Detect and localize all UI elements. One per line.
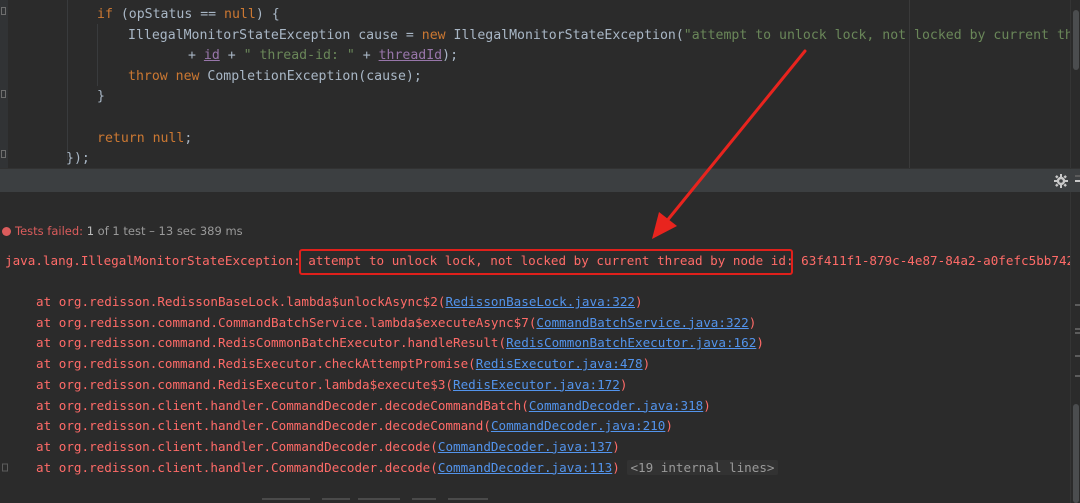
code-token: "attempt to unlock lock, not locked by c…	[683, 28, 1080, 43]
frame-suffix: )	[635, 294, 643, 309]
collapse-icon[interactable]	[2, 463, 8, 473]
indent-guide	[97, 24, 98, 86]
scroll-marker	[1075, 355, 1080, 357]
console-scroll-thumb[interactable]	[1073, 404, 1079, 503]
frame-suffix: )	[756, 335, 764, 351]
code-line[interactable]: + id + " thread-id: " + threadId);	[188, 45, 458, 66]
stack-frame[interactable]: at org.redisson.command.RedisExecutor.la…	[36, 375, 627, 395]
code-token: CompletionException(cause);	[199, 69, 422, 84]
code-token: +	[354, 48, 379, 63]
code-token: (opStatus ==	[112, 7, 225, 22]
frame-suffix: )	[703, 397, 711, 413]
frame-method: at org.redisson.client.handler.CommandDe…	[36, 418, 491, 434]
test-status-bar: Tests failed: 1 of 1 test – 13 sec 389 m…	[0, 218, 1080, 244]
code-line[interactable]: }	[97, 86, 105, 107]
frame-method: at org.redisson.client.handler.CommandDe…	[36, 438, 438, 454]
gear-icon[interactable]	[1052, 172, 1070, 190]
frame-suffix: )	[665, 418, 673, 434]
stack-frame[interactable]: at org.redisson.command.RedisCommonBatch…	[36, 333, 764, 353]
frame-method: at org.redisson.RedissonBaseLock.lambda$…	[36, 294, 446, 309]
stack-frame[interactable]: at org.redisson.command.CommandBatchServ…	[36, 313, 756, 333]
code-token: );	[442, 48, 459, 63]
frame-suffix: )	[748, 314, 757, 330]
code-token: +	[219, 48, 244, 63]
code-token: }	[97, 89, 105, 104]
code-token: IllegalMonitorStateException(	[445, 28, 684, 43]
stack-frame[interactable]: at org.redisson.client.handler.CommandDe…	[36, 437, 620, 457]
annotation-highlight-box	[299, 249, 793, 275]
toolwindow-tabs[interactable]	[0, 171, 120, 189]
fold-marker-icon[interactable]	[1, 90, 6, 98]
frame-suffix: )	[619, 376, 628, 392]
code-token: IllegalMonitorStateException cause =	[128, 28, 422, 43]
code-line[interactable]: if (opStatus == null) {	[97, 4, 280, 25]
status-failed-label: Tests failed:	[15, 224, 84, 238]
internal-lines-fold[interactable]: <19 internal lines>	[627, 459, 778, 475]
source-link[interactable]: CommandBatchService.java:322	[536, 315, 748, 330]
fold-marker-icon[interactable]	[1, 7, 6, 15]
editor-gutter	[0, 0, 8, 168]
code-token: null	[224, 7, 256, 22]
frame-method: at org.redisson.command.RedisExecutor.la…	[36, 376, 454, 392]
exception-class: java.lang.IllegalMonitorStateException:	[5, 253, 301, 268]
code-line[interactable]: throw new CompletionException(cause);	[128, 66, 422, 87]
code-line[interactable]: });	[66, 148, 90, 168]
fold-marker-icon[interactable]	[1, 150, 6, 158]
code-token: new	[421, 28, 446, 43]
scroll-marker	[1075, 332, 1080, 334]
frame-method: at org.redisson.client.handler.CommandDe…	[36, 459, 438, 475]
frame-method: at org.redisson.command.RedisExecutor.ch…	[36, 356, 476, 372]
exception-id: 63f411f1-879c-4e87-84a2-a0fefc5bb742	[801, 253, 1070, 268]
run-toolwindow-header	[0, 168, 1080, 192]
code-token: threadId	[378, 48, 443, 63]
stack-frame[interactable]: at org.redisson.client.handler.CommandDe…	[36, 416, 673, 436]
console-scrollbar[interactable]	[1070, 192, 1080, 503]
failed-dot-icon	[2, 227, 11, 236]
status-summary: of 1 test – 13 sec 389 ms	[97, 224, 243, 238]
source-link[interactable]: CommandDecoder.java:210	[491, 418, 665, 433]
scroll-marker	[1075, 375, 1080, 377]
code-token: id	[203, 48, 220, 63]
code-token: if	[97, 7, 113, 22]
partially-visible-line	[262, 495, 502, 503]
code-token: ) {	[255, 7, 280, 22]
source-link[interactable]: RedissonBaseLock.java:322	[445, 294, 635, 309]
indent-guide	[67, 0, 68, 160]
code-token: return null	[97, 131, 185, 146]
frame-method: at org.redisson.command.CommandBatchServ…	[36, 314, 537, 330]
source-link[interactable]: CommandDecoder.java:318	[529, 398, 703, 413]
scroll-marker	[1075, 328, 1080, 330]
code-editor[interactable]: if (opStatus == null) { IllegalMonitorSt…	[0, 0, 1080, 168]
console-output[interactable]: java.lang.IllegalMonitorStateException: …	[0, 250, 1070, 503]
scroll-marker	[1075, 304, 1080, 306]
source-link[interactable]: RedisExecutor.java:172	[453, 377, 620, 392]
code-token: " thread-id: "	[243, 48, 355, 63]
code-token: });	[66, 151, 90, 166]
source-link[interactable]: RedisCommonBatchExecutor.java:162	[506, 335, 756, 350]
code-token: ;	[184, 131, 193, 146]
frame-suffix: )	[612, 438, 620, 454]
status-failed-count: 1	[86, 224, 95, 238]
frame-method: at org.redisson.client.handler.CommandDe…	[36, 397, 529, 413]
scroll-marker	[1075, 175, 1080, 177]
source-link[interactable]: CommandDecoder.java:113	[438, 460, 612, 475]
stack-frame[interactable]: at org.redisson.client.handler.CommandDe…	[36, 396, 711, 416]
frame-suffix: )	[612, 459, 620, 475]
code-line[interactable]: return null;	[97, 128, 192, 149]
stack-frame[interactable]: at org.redisson.command.RedisExecutor.ch…	[36, 354, 650, 374]
stack-frame[interactable]: at org.redisson.RedissonBaseLock.lambda$…	[36, 292, 643, 312]
editor-scrollbar[interactable]	[1070, 0, 1080, 168]
source-link[interactable]: CommandDecoder.java:137	[438, 439, 612, 454]
editor-scroll-thumb[interactable]	[1073, 10, 1079, 70]
code-token: throw new	[128, 69, 200, 84]
code-token: +	[188, 48, 204, 63]
source-link[interactable]: RedisExecutor.java:478	[476, 356, 643, 371]
frame-suffix: )	[642, 356, 651, 372]
stack-frame[interactable]: at org.redisson.client.handler.CommandDe…	[36, 458, 778, 478]
frame-method: at org.redisson.command.RedisCommonBatch…	[36, 335, 507, 351]
code-line[interactable]: IllegalMonitorStateException cause = new…	[128, 25, 1080, 46]
